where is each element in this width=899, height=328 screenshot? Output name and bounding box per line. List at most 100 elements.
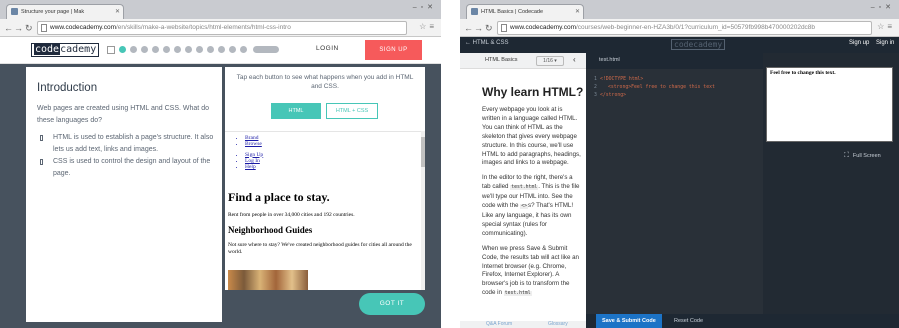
html-css-button[interactable]: HTML + CSS — [326, 103, 378, 119]
progress-dot[interactable] — [185, 46, 192, 53]
forward-icon[interactable]: → — [14, 21, 23, 35]
preview-paragraph: Not sure where to stay? We've created ne… — [228, 242, 412, 255]
close-tab-icon[interactable]: ✕ — [115, 5, 120, 19]
codecademy-logo[interactable]: codecademy — [31, 43, 100, 57]
preview-link[interactable]: Help — [245, 164, 263, 170]
browser-tab[interactable]: Structure your page | Mak ✕ — [6, 4, 124, 19]
qa-forum-link[interactable]: Q&A Forum — [486, 321, 512, 327]
results-frame[interactable]: Feel free to change this text. — [766, 67, 893, 142]
window-controls[interactable]: –▫✕ — [413, 3, 437, 11]
inline-code: test.html — [503, 291, 532, 297]
codecademy-header: codecademy LOGIN SIGN UP — [0, 37, 441, 64]
progress-dot[interactable] — [196, 46, 203, 53]
preview-heading-2: Neighborhood Guides — [228, 225, 313, 235]
code-line[interactable]: <strong>Feel free to change this text — [600, 84, 715, 92]
preview-nav-links: Brand Browse Sign Up Log In Help — [239, 135, 263, 170]
login-link[interactable]: LOGIN — [316, 45, 339, 52]
url-path: /en/skills/make-a-website/topics/html-el… — [116, 24, 291, 31]
address-bar[interactable]: www.codecademy.com/courses/web-beginner-… — [497, 21, 872, 35]
instructions-footer: Q&A Forum Glossary — [460, 321, 586, 328]
full-screen-button[interactable]: ⛶ Full Screen — [844, 152, 881, 160]
progress-dot[interactable] — [174, 46, 181, 53]
got-it-button[interactable]: GOT IT — [359, 293, 425, 315]
glossary-link[interactable]: Glossary — [548, 321, 568, 327]
progress-dot[interactable] — [229, 46, 236, 53]
preview-panel: Tap each button to see what happens when… — [225, 67, 425, 290]
browser-toolbar: ← → ↻ www.codecademy.com/courses/web-beg… — [460, 19, 899, 37]
preview-subtext: Rent from people in over 34,000 cities a… — [228, 212, 355, 218]
preview-heading: Find a place to stay. — [228, 190, 330, 204]
reload-icon[interactable]: ↻ — [485, 21, 493, 35]
editor-file-tab[interactable]: test.html — [599, 57, 620, 63]
lesson-bullets: HTML is used to establish a page's struc… — [37, 132, 215, 180]
page-icon — [41, 24, 47, 32]
instructions-pane: HTML Basics 1/16 ▾ ‹ Why learn HTML? Eve… — [460, 53, 586, 328]
progress-dot[interactable] — [240, 46, 247, 53]
preview-scroll-thumb[interactable] — [421, 137, 425, 167]
preview-link[interactable]: Browse — [245, 141, 263, 147]
url-host: www.codecademy.com — [50, 24, 116, 31]
bullet-icon — [40, 159, 43, 165]
code-editor[interactable]: test.html 123 <!DOCTYPE html> <strong>Fee… — [586, 53, 763, 328]
instructions-header: HTML Basics 1/16 ▾ ‹ — [460, 53, 586, 69]
bullet-icon — [40, 135, 43, 141]
progress-dot[interactable] — [163, 46, 170, 53]
progress-dot[interactable] — [119, 46, 126, 53]
inline-code: <> — [520, 204, 528, 210]
preview-tip: Tap each button to see what happens when… — [236, 74, 414, 90]
progress-dot[interactable] — [218, 46, 225, 53]
code-line[interactable]: </strong> — [600, 92, 715, 100]
save-submit-button[interactable]: Save & Submit Code — [596, 314, 662, 328]
expand-icon: ⛶ — [844, 152, 849, 159]
back-icon[interactable]: ← — [4, 21, 13, 35]
rendered-preview[interactable]: Brand Browse Sign Up Log In Help Find a … — [225, 131, 421, 290]
editor-action-bar: Save & Submit Code Reset Code — [586, 314, 899, 328]
lesson-progress-select[interactable]: 1/16 ▾ — [536, 56, 564, 66]
lesson-paragraph: In the editor to the right, there's a ta… — [482, 174, 580, 237]
collapse-chevron-icon[interactable]: ‹ — [573, 55, 576, 64]
window-controls[interactable]: –▫✕ — [871, 3, 895, 11]
close-tab-icon[interactable]: ✕ — [575, 5, 580, 19]
url-host: www.codecademy.com — [510, 24, 576, 31]
signin-link[interactable]: Sign in — [876, 40, 894, 46]
progress-dot[interactable] — [141, 46, 148, 53]
code-line[interactable]: <!DOCTYPE html> — [600, 76, 715, 84]
codecademy-logo[interactable]: codecademy — [671, 39, 726, 50]
browser-tab[interactable]: HTML Basics | Codecade ✕ — [466, 4, 584, 19]
tab-strip: Structure your page | Mak ✕ –▫✕ — [0, 0, 441, 19]
menu-square-icon[interactable] — [107, 46, 115, 54]
reset-code-button[interactable]: Reset Code — [674, 314, 703, 328]
lesson-paragraph: When we press Save & Submit Code, the re… — [482, 244, 579, 297]
reload-icon[interactable]: ↻ — [25, 21, 33, 35]
forward-icon[interactable]: → — [474, 21, 483, 35]
star-and-menu-icons[interactable]: ☆≡ — [419, 22, 437, 31]
signup-link[interactable]: Sign up — [849, 40, 869, 46]
list-item: HTML is used to establish a page's struc… — [37, 132, 215, 155]
tab-title: HTML Basics | Codecade — [481, 9, 544, 15]
inline-code: test.html — [510, 185, 539, 191]
lesson-body: Every webpage you look at is written in … — [482, 106, 582, 305]
lesson-stage: Introduction Web pages are created using… — [0, 64, 441, 328]
browser-toolbar: ← → ↻ www.codecademy.com/en/skills/make-… — [0, 19, 441, 37]
result-text: Feel free to change this text. — [770, 70, 836, 76]
progress-dot[interactable] — [207, 46, 214, 53]
preview-link[interactable]: Sign Up — [245, 152, 263, 158]
progress-dot[interactable] — [152, 46, 159, 53]
tab-title: Structure your page | Mak — [21, 9, 85, 15]
star-and-menu-icons[interactable]: ☆≡ — [877, 22, 895, 31]
lesson-intro: Web pages are created using HTML and CSS… — [37, 105, 209, 124]
progress-dot[interactable] — [130, 46, 137, 53]
code-content[interactable]: <!DOCTYPE html> <strong>Feel free to chan… — [600, 76, 715, 101]
favicon-icon — [471, 8, 478, 15]
address-bar[interactable]: www.codecademy.com/en/skills/make-a-webs… — [37, 21, 407, 35]
progress-final-pill[interactable] — [253, 46, 279, 53]
favicon-icon — [11, 8, 18, 15]
back-to-course-link[interactable]: ← HTML & CSS — [465, 40, 508, 46]
editor-tab-bar: test.html — [586, 53, 763, 69]
lesson-title: Why learn HTML? — [482, 85, 584, 99]
signup-button[interactable]: SIGN UP — [365, 40, 422, 60]
html-button[interactable]: HTML — [271, 103, 321, 119]
line-numbers: 123 — [594, 77, 597, 99]
back-icon[interactable]: ← — [464, 21, 473, 35]
list-item: CSS is used to control the design and la… — [37, 156, 215, 179]
